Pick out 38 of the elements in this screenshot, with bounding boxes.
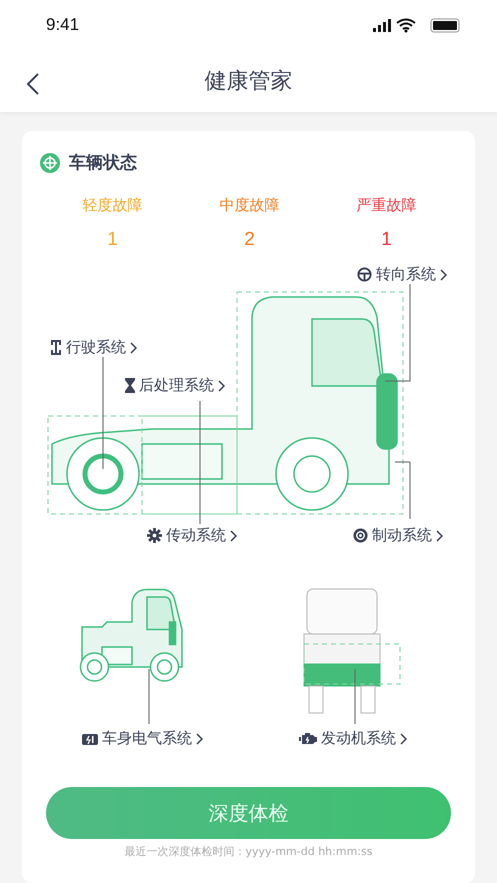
target-icon	[40, 152, 60, 172]
system-link[interactable]: 行驶系统	[50, 338, 137, 357]
chevron-icon	[130, 342, 137, 354]
brake-disc-icon	[353, 528, 368, 543]
system-link[interactable]: 传动系统	[147, 526, 237, 545]
battery-icon	[82, 732, 98, 746]
card-title: 车辆状态	[69, 152, 137, 174]
fault-label: 严重故障	[356, 196, 416, 215]
system-link[interactable]: 车身电气系统	[82, 729, 203, 748]
engine-icon	[299, 732, 317, 746]
chevron-icon	[218, 380, 225, 392]
page-title: 健康管家	[204, 68, 292, 96]
leader-line	[354, 668, 356, 724]
chevron-icon	[440, 268, 447, 280]
gear-icon	[147, 528, 162, 543]
fault-count: 2	[244, 229, 255, 251]
system-link[interactable]: 发动机系统	[299, 729, 407, 748]
status-time: 9:41	[46, 15, 80, 35]
leader-line	[148, 668, 150, 724]
signal-icon	[373, 19, 391, 32]
system-link[interactable]: 制动系统	[353, 526, 443, 545]
fault-count: 1	[381, 229, 392, 251]
fault-label: 中度故障	[220, 196, 280, 215]
wifi-icon	[396, 18, 416, 32]
chevron-icon	[230, 530, 237, 542]
chevron-icon	[196, 732, 203, 744]
chevron-icon	[400, 732, 407, 744]
battery-icon	[430, 18, 460, 32]
leader-line	[394, 462, 410, 520]
hourglass-icon	[125, 378, 135, 393]
last-check-time: 最近一次深度体检时间：yyyy-mm-dd hh:mm:ss	[124, 844, 374, 859]
fault-label: 轻度故障	[82, 196, 142, 215]
axle-icon	[50, 340, 62, 355]
chevron-icon	[436, 530, 443, 542]
system-link[interactable]: 后处理系统	[125, 376, 225, 395]
fault-count: 1	[107, 229, 118, 251]
steering-wheel-icon	[357, 267, 372, 282]
system-link[interactable]: 转向系统	[357, 265, 447, 284]
